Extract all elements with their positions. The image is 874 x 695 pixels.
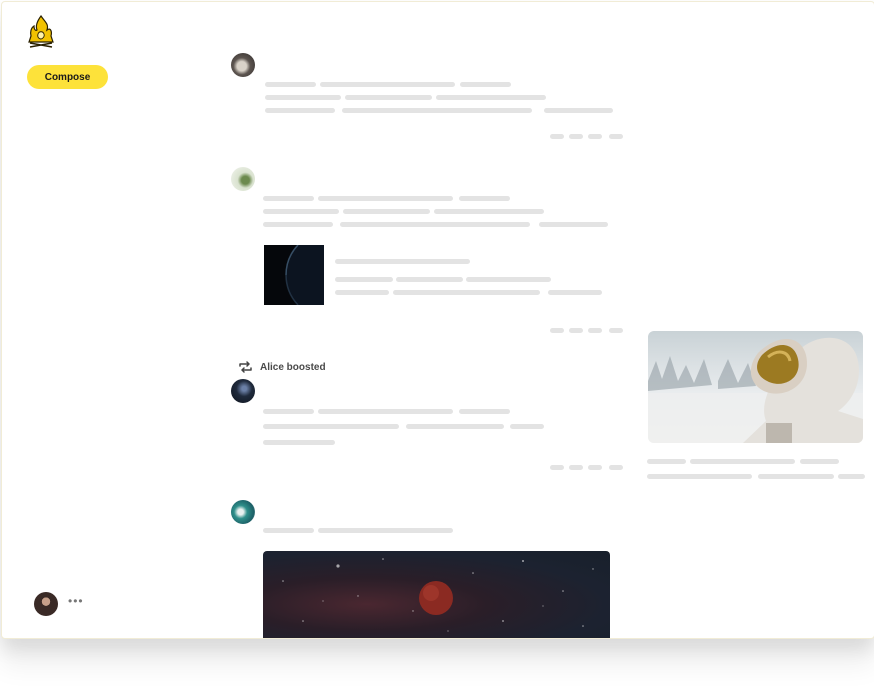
post-avatar[interactable] bbox=[231, 167, 255, 191]
skeleton-line bbox=[265, 108, 335, 113]
skeleton-line bbox=[548, 290, 602, 295]
skeleton-line bbox=[335, 277, 393, 282]
skeleton-line bbox=[263, 209, 339, 214]
skeleton-line bbox=[758, 474, 834, 479]
skeleton-line bbox=[263, 424, 399, 429]
campfire-logo-icon[interactable] bbox=[27, 14, 55, 48]
post-avatar[interactable] bbox=[231, 500, 255, 524]
link-preview-image[interactable] bbox=[264, 245, 324, 305]
skeleton-line bbox=[320, 82, 455, 87]
skeleton-line bbox=[265, 95, 341, 100]
skeleton-line bbox=[340, 222, 530, 227]
favourite-action[interactable] bbox=[588, 465, 602, 470]
boost-label: Alice boosted bbox=[260, 361, 326, 373]
post-avatar[interactable] bbox=[231, 53, 255, 77]
skeleton-line bbox=[265, 82, 316, 87]
skeleton-line bbox=[318, 528, 453, 533]
boost-action[interactable] bbox=[569, 134, 583, 139]
favourite-action[interactable] bbox=[588, 134, 602, 139]
reply-action[interactable] bbox=[550, 465, 564, 470]
skeleton-line bbox=[343, 209, 430, 214]
post-avatar[interactable] bbox=[231, 379, 255, 403]
skeleton-line bbox=[459, 196, 510, 201]
skeleton-line bbox=[263, 528, 314, 533]
skeleton-line bbox=[459, 409, 510, 414]
skeleton-line bbox=[690, 459, 795, 464]
skeleton-line bbox=[318, 409, 453, 414]
skeleton-line bbox=[318, 196, 453, 201]
skeleton-line bbox=[460, 82, 511, 87]
skeleton-line bbox=[539, 222, 608, 227]
more-action[interactable] bbox=[609, 134, 623, 139]
skeleton-line bbox=[263, 196, 314, 201]
boost-action[interactable] bbox=[569, 465, 583, 470]
reply-action[interactable] bbox=[550, 328, 564, 333]
skeleton-line bbox=[647, 474, 752, 479]
post-media-image[interactable] bbox=[263, 551, 610, 638]
skeleton-line bbox=[335, 259, 470, 264]
skeleton-line bbox=[396, 277, 463, 282]
favourite-action[interactable] bbox=[588, 328, 602, 333]
compose-button[interactable]: Compose bbox=[27, 65, 108, 89]
current-user-avatar[interactable] bbox=[34, 592, 58, 616]
featured-image[interactable] bbox=[648, 331, 863, 443]
skeleton-line bbox=[393, 290, 540, 295]
skeleton-line bbox=[466, 277, 551, 282]
more-action[interactable] bbox=[609, 465, 623, 470]
skeleton-line bbox=[434, 209, 544, 214]
skeleton-line bbox=[335, 290, 389, 295]
skeleton-line bbox=[263, 440, 335, 445]
more-menu-button[interactable]: ••• bbox=[68, 594, 84, 608]
app-window: Compose ••• Alice boosted bbox=[1, 1, 874, 639]
skeleton-line bbox=[342, 108, 532, 113]
skeleton-line bbox=[436, 95, 546, 100]
repost-icon bbox=[239, 361, 252, 373]
skeleton-line bbox=[544, 108, 613, 113]
reply-action[interactable] bbox=[550, 134, 564, 139]
skeleton-line bbox=[406, 424, 504, 429]
boost-indicator: Alice boosted bbox=[238, 361, 326, 373]
skeleton-line bbox=[263, 222, 333, 227]
skeleton-line bbox=[510, 424, 544, 429]
skeleton-line bbox=[647, 459, 686, 464]
more-action[interactable] bbox=[609, 328, 623, 333]
boost-action[interactable] bbox=[569, 328, 583, 333]
skeleton-line bbox=[263, 409, 314, 414]
skeleton-line bbox=[345, 95, 432, 100]
skeleton-line bbox=[800, 459, 839, 464]
skeleton-line bbox=[838, 474, 865, 479]
